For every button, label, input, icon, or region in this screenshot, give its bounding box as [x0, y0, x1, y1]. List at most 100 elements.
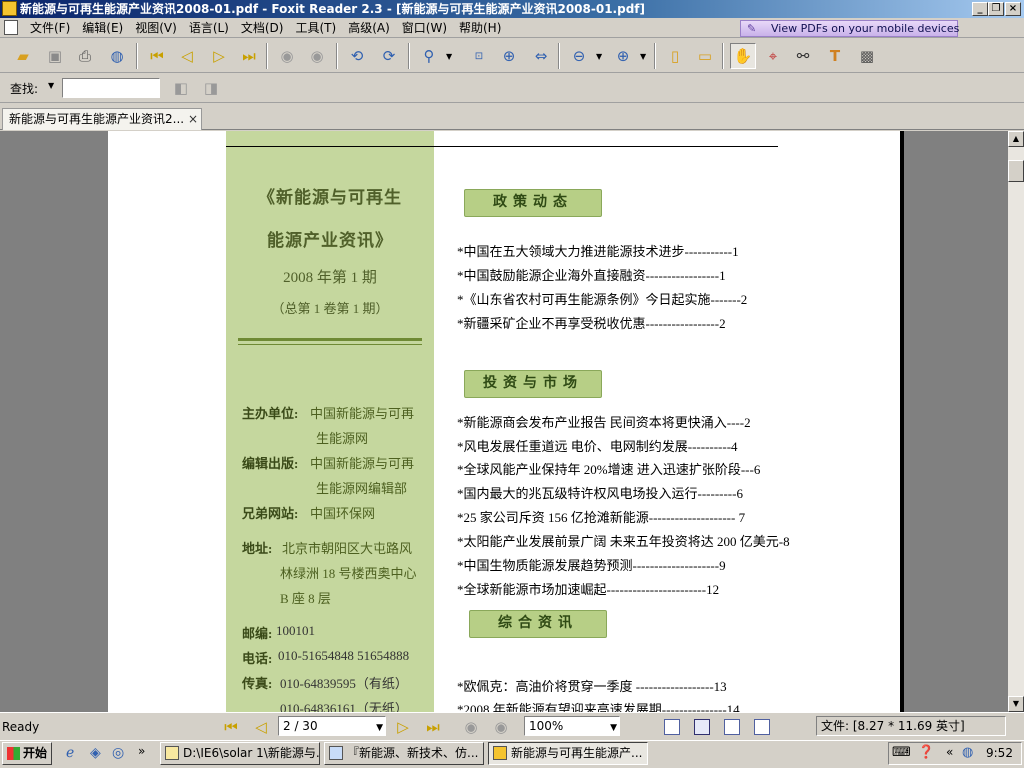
continuous-icon[interactable]: ▭: [692, 43, 718, 69]
tray-expand-icon[interactable]: «: [946, 745, 953, 759]
task-foxit-label: 新能源与可再生能源产...: [511, 746, 643, 760]
scroll-down-icon[interactable]: ▼: [1008, 696, 1024, 712]
toc-entry: *全球新能源市场加速崛起-----------------------12: [457, 582, 720, 597]
quicklaunch-more-icon[interactable]: »: [138, 744, 145, 758]
close-button[interactable]: ×: [1005, 2, 1021, 16]
zoom-dropdown-arrow[interactable]: ▼: [610, 719, 617, 737]
toc-entry: *国内最大的兆瓦级特许权风电场投入运行---------6: [457, 486, 743, 501]
zoom-out-dropdown-arrow[interactable]: ▼: [596, 52, 604, 61]
zoom-out-minus-icon[interactable]: ⊖: [566, 43, 592, 69]
find-options-dropdown[interactable]: ▼: [48, 81, 54, 90]
text-tool-icon[interactable]: T: [822, 43, 848, 69]
snapshot-icon[interactable]: ▩: [854, 43, 880, 69]
mobile-ad-banner[interactable]: ✎ View PDFs on your mobile devices: [740, 20, 960, 37]
windows-logo-icon: [7, 747, 20, 760]
task-explorer[interactable]: D:\IE6\solar 1\新能源与...: [160, 742, 320, 765]
fit-page-icon[interactable]: ⊕: [496, 43, 522, 69]
phone-icon: ✎: [747, 22, 757, 35]
select-tool-icon[interactable]: ⌖: [760, 43, 786, 69]
info-value-address-1: 北京市朝阳区大屯路风: [282, 541, 413, 556]
network-tray-icon[interactable]: ◍: [962, 745, 973, 760]
single-page-view-icon[interactable]: [664, 719, 680, 735]
menu-window[interactable]: 窗口(W): [396, 20, 453, 36]
forward-icon[interactable]: ◉: [304, 43, 330, 69]
minimize-button[interactable]: _: [972, 2, 988, 16]
document-tab[interactable]: 新能源与可再生能源产业资讯2... ×: [2, 108, 202, 130]
vertical-scrollbar[interactable]: ▲ ▼: [1008, 131, 1024, 712]
forward-nav-icon[interactable]: ◉: [492, 718, 510, 736]
menu-edit[interactable]: 编辑(E): [76, 20, 129, 36]
prev-page-icon[interactable]: ◁: [174, 43, 200, 69]
info-label-phone: 电话:: [242, 651, 273, 666]
print-icon[interactable]: ⎙: [72, 43, 98, 69]
toc-entry: *25 家公司斥资 156 亿抢滩新能源--------------------…: [457, 510, 746, 525]
help-tray-icon[interactable]: ❓: [918, 745, 934, 760]
menu-help[interactable]: 帮助(H): [453, 20, 507, 36]
menu-view[interactable]: 视图(V): [129, 20, 183, 36]
next-page-nav-icon[interactable]: ▷: [394, 718, 412, 736]
zoom-in-icon[interactable]: ⚲: [416, 43, 442, 69]
zoom-in-dropdown-arrow[interactable]: ▼: [640, 52, 648, 61]
fit-width-icon[interactable]: ⇔: [528, 43, 554, 69]
ad-text: View PDFs on your mobile devices: [771, 22, 960, 35]
find-label: 查找:: [10, 82, 39, 96]
restore-button[interactable]: ❐: [988, 2, 1004, 16]
rotate-left-icon[interactable]: ⟲: [344, 43, 370, 69]
first-page-nav-icon[interactable]: ⏮: [222, 718, 240, 736]
prev-page-nav-icon[interactable]: ◁: [252, 718, 270, 736]
keyboard-tray-icon[interactable]: ⌨: [892, 745, 911, 760]
toc-entry: *太阳能产业发展前景广阔 未来五年投资将达 200 亿美元-8: [457, 534, 790, 549]
close-tab-icon[interactable]: ×: [188, 109, 198, 129]
scroll-thumb[interactable]: [1008, 160, 1024, 182]
single-page-icon[interactable]: ▯: [662, 43, 688, 69]
back-nav-icon[interactable]: ◉: [462, 718, 480, 736]
open-icon[interactable]: ▰: [10, 43, 36, 69]
email-icon[interactable]: ◍: [104, 43, 130, 69]
continuous-facing-view-icon[interactable]: [754, 719, 770, 735]
next-page-icon[interactable]: ▷: [206, 43, 232, 69]
find-input[interactable]: [62, 78, 160, 98]
continuous-view-icon[interactable]: [694, 719, 710, 735]
toc-entry: *中国生物质能源发展趋势预测--------------------9: [457, 558, 726, 573]
find-prev-icon[interactable]: ◧: [168, 75, 194, 101]
task-foxit[interactable]: 新能源与可再生能源产...: [488, 742, 648, 765]
zoom-in-plus-icon[interactable]: ⊕: [610, 43, 636, 69]
back-icon[interactable]: ◉: [274, 43, 300, 69]
menu-file[interactable]: 文件(F): [24, 20, 76, 36]
page-number-field[interactable]: 2 / 30 ▼: [278, 716, 386, 736]
toc-entry: *风电发展任重道远 电价、电网制约发展----------4: [457, 439, 738, 454]
last-page-nav-icon[interactable]: ⏭: [424, 718, 442, 736]
info-label-address: 地址:: [242, 541, 273, 556]
start-button[interactable]: 开始: [2, 742, 52, 765]
scroll-up-icon[interactable]: ▲: [1008, 131, 1024, 147]
window-title: 新能源与可再生能源产业资讯2008-01.pdf - Foxit Reader …: [20, 2, 645, 16]
ie-quicklaunch-icon[interactable]: ℯ: [66, 745, 74, 761]
page-dropdown-arrow[interactable]: ▼: [376, 719, 383, 737]
task-browser[interactable]: 『新能源、新技术、仿...: [324, 742, 484, 765]
find-icon[interactable]: ⚯: [790, 43, 816, 69]
zoom-dropdown-arrow[interactable]: ▼: [446, 52, 454, 61]
toc-entry: *全球风能产业保持年 20%增速 进入迅速扩张阶段---6: [457, 462, 761, 477]
page-size-info: 文件: [8.27 * 11.69 英寸]: [816, 716, 1006, 736]
info-value-address-3: B 座 8 层: [280, 591, 331, 606]
menu-document[interactable]: 文档(D): [235, 20, 290, 36]
hand-tool-icon[interactable]: ✋: [730, 43, 756, 69]
zoom-field[interactable]: 100% ▼: [524, 716, 620, 736]
outlook-quicklaunch-icon[interactable]: ◎: [112, 745, 124, 761]
first-page-icon[interactable]: ⏮: [144, 43, 170, 69]
info-label-sister-site: 兄弟网站:: [242, 506, 299, 521]
masthead-rule: [238, 338, 422, 341]
desktop-quicklaunch-icon[interactable]: ◈: [90, 745, 101, 761]
section-heading-policy: 政策动态: [464, 189, 602, 217]
facing-view-icon[interactable]: [724, 719, 740, 735]
menu-advanced[interactable]: 高级(A): [342, 20, 396, 36]
last-page-icon[interactable]: ⏭: [236, 43, 262, 69]
menu-language[interactable]: 语言(L): [183, 20, 235, 36]
menu-tools[interactable]: 工具(T): [289, 20, 342, 36]
rotate-right-icon[interactable]: ⟳: [376, 43, 402, 69]
toc-entry: *新能源商会发布产业报告 民间资本将更快涌入----2: [457, 415, 751, 430]
save-icon[interactable]: ▣: [42, 43, 68, 69]
actual-size-icon[interactable]: ⊡: [466, 43, 492, 69]
journal-title-line-2: 能源产业资讯》: [267, 231, 393, 250]
find-next-icon[interactable]: ◨: [198, 75, 224, 101]
